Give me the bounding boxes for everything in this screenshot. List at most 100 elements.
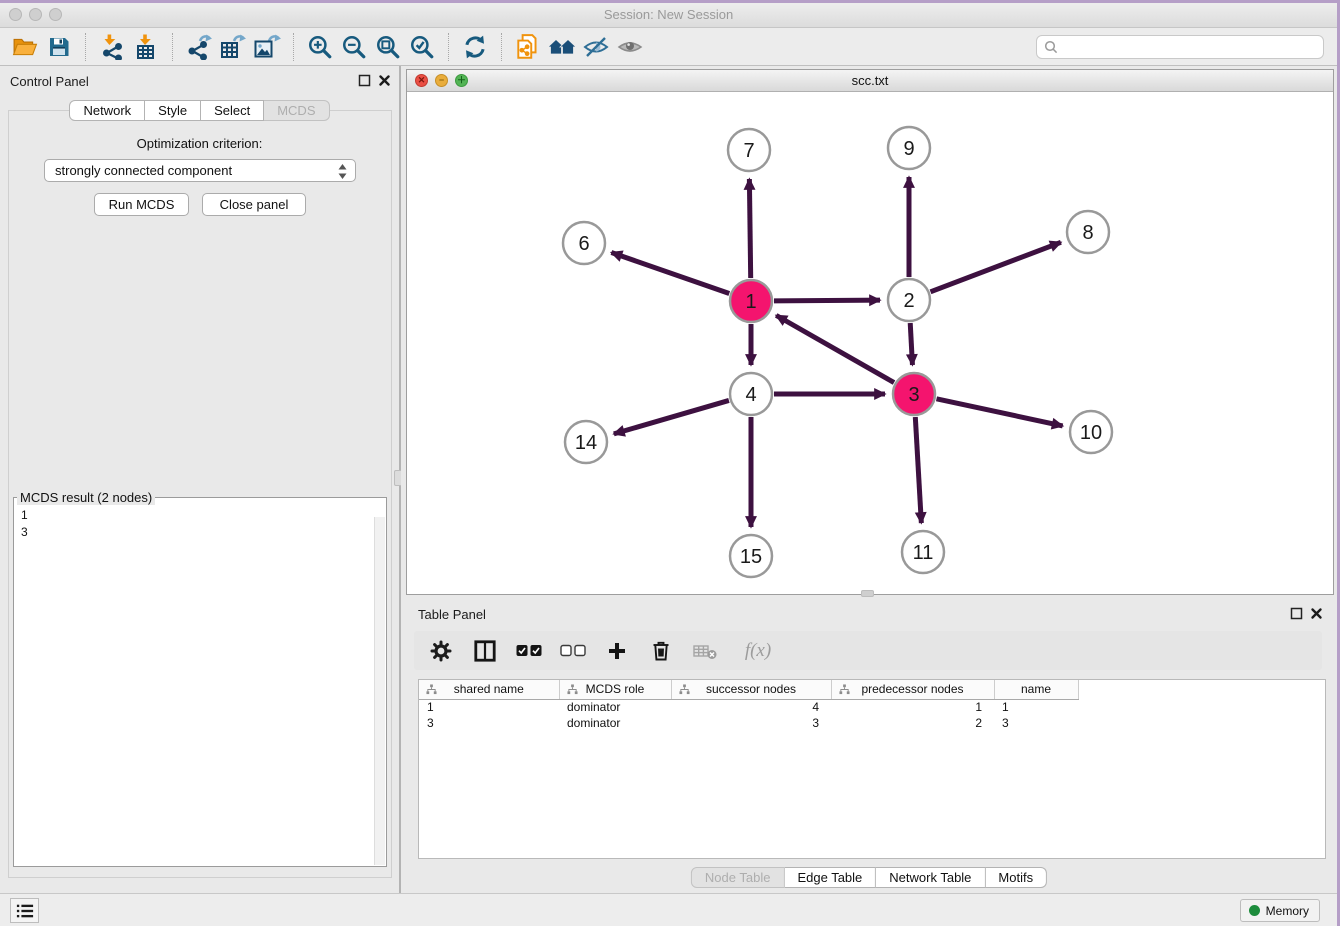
node-2[interactable]: 2 bbox=[888, 279, 930, 321]
float-panel-icon[interactable] bbox=[358, 74, 371, 87]
hide-selected-button[interactable] bbox=[579, 31, 613, 63]
eye-icon bbox=[616, 35, 644, 59]
criterion-dropdown[interactable]: strongly connected component bbox=[44, 159, 356, 182]
memory-button[interactable]: Memory bbox=[1240, 899, 1320, 922]
column-header-mcds-role[interactable]: MCDS role bbox=[559, 680, 671, 699]
export-image-button[interactable] bbox=[250, 31, 284, 63]
refresh-view-button[interactable] bbox=[458, 31, 492, 63]
close-panel-button[interactable]: Close panel bbox=[202, 193, 306, 216]
node-7[interactable]: 7 bbox=[728, 129, 770, 171]
cell-mcds-role[interactable]: dominator bbox=[559, 699, 671, 715]
column-header-name[interactable]: name bbox=[994, 680, 1078, 699]
edge-3-1[interactable] bbox=[776, 315, 894, 382]
table-tab-motifs[interactable]: Motifs bbox=[985, 867, 1047, 888]
edge-3-11[interactable] bbox=[915, 417, 921, 523]
search-input[interactable] bbox=[1059, 40, 1317, 54]
edge-1-7[interactable] bbox=[749, 179, 750, 278]
copy-network-button[interactable] bbox=[511, 31, 545, 63]
edge-1-2[interactable] bbox=[774, 300, 880, 301]
import-network-button[interactable] bbox=[95, 31, 129, 63]
show-panels-button[interactable] bbox=[10, 898, 39, 923]
search-field[interactable] bbox=[1036, 35, 1324, 59]
deselect-all-columns-button[interactable] bbox=[558, 635, 588, 667]
node-15[interactable]: 15 bbox=[730, 535, 772, 577]
zoom-fit-button[interactable] bbox=[371, 31, 405, 63]
node-4[interactable]: 4 bbox=[730, 373, 772, 415]
cell-predecessor-nodes[interactable]: 1 bbox=[831, 699, 994, 715]
table-tab-node-table[interactable]: Node Table bbox=[691, 867, 785, 888]
cell-name[interactable]: 3 bbox=[994, 715, 1078, 731]
horizontal-divider-grip[interactable] bbox=[861, 590, 874, 597]
cell-predecessor-nodes[interactable]: 2 bbox=[831, 715, 994, 731]
add-column-button[interactable] bbox=[602, 635, 632, 667]
cell-shared-name[interactable]: 3 bbox=[419, 715, 559, 731]
node-table[interactable]: shared nameMCDS rolesuccessor nodesprede… bbox=[418, 679, 1326, 859]
network-window-titlebar: ✕ − ＋ scc.txt bbox=[407, 70, 1333, 92]
export-network-button[interactable] bbox=[182, 31, 216, 63]
result-scrollbar[interactable] bbox=[374, 517, 385, 865]
delete-table-button[interactable] bbox=[690, 635, 720, 667]
zoom-in-button[interactable] bbox=[303, 31, 337, 63]
edge-3-10[interactable] bbox=[936, 399, 1062, 426]
cell-mcds-role[interactable]: dominator bbox=[559, 715, 671, 731]
optimization-criterion-label: Optimization criterion: bbox=[0, 136, 399, 151]
edge-1-6[interactable] bbox=[611, 253, 729, 294]
column-header-successor-nodes[interactable]: successor nodes bbox=[671, 680, 831, 699]
svg-text:6: 6 bbox=[578, 233, 589, 255]
column-header-predecessor-nodes[interactable]: predecessor nodes bbox=[831, 680, 994, 699]
table-settings-button[interactable] bbox=[426, 635, 456, 667]
zoom-out-button[interactable] bbox=[337, 31, 371, 63]
edge-2-8[interactable] bbox=[931, 242, 1061, 292]
cell-name[interactable]: 1 bbox=[994, 699, 1078, 715]
cell-successor-nodes[interactable]: 4 bbox=[671, 699, 831, 715]
cell-successor-nodes[interactable]: 3 bbox=[671, 715, 831, 731]
column-header-shared-name[interactable]: shared name bbox=[419, 680, 559, 699]
plus-icon bbox=[605, 639, 629, 663]
node-6[interactable]: 6 bbox=[563, 222, 605, 264]
open-file-button[interactable] bbox=[8, 31, 42, 63]
node-8[interactable]: 8 bbox=[1067, 211, 1109, 253]
tab-network[interactable]: Network bbox=[69, 100, 145, 121]
tab-select[interactable]: Select bbox=[201, 100, 264, 121]
refresh-icon bbox=[462, 34, 488, 60]
zoom-fit-icon bbox=[375, 34, 401, 60]
save-session-button[interactable] bbox=[42, 31, 76, 63]
table-tab-edge-table[interactable]: Edge Table bbox=[784, 867, 876, 888]
cell-shared-name[interactable]: 1 bbox=[419, 699, 559, 715]
tab-style[interactable]: Style bbox=[145, 100, 201, 121]
tab-mcds[interactable]: MCDS bbox=[264, 100, 329, 121]
svg-text:8: 8 bbox=[1082, 222, 1093, 244]
open-folder-icon bbox=[11, 35, 39, 59]
run-mcds-button[interactable]: Run MCDS bbox=[94, 193, 189, 216]
edge-2-3[interactable] bbox=[910, 323, 912, 365]
svg-text:4: 4 bbox=[745, 384, 756, 406]
select-all-columns-button[interactable] bbox=[514, 635, 544, 667]
node-3[interactable]: 3 bbox=[893, 373, 935, 415]
import-table-button[interactable] bbox=[129, 31, 163, 63]
close-table-panel-icon[interactable] bbox=[1310, 607, 1323, 620]
delete-column-button[interactable] bbox=[646, 635, 676, 667]
import-network-icon bbox=[99, 34, 125, 60]
table-row[interactable]: 3dominator323 bbox=[419, 715, 1078, 731]
node-1[interactable]: 1 bbox=[730, 280, 772, 322]
edge-4-14[interactable] bbox=[614, 400, 729, 433]
show-all-button[interactable] bbox=[613, 31, 647, 63]
node-10[interactable]: 10 bbox=[1070, 411, 1112, 453]
mcds-result-text: 1 3 bbox=[14, 505, 386, 543]
table-row[interactable]: 1dominator411 bbox=[419, 699, 1078, 715]
table-panel-title: Table Panel bbox=[418, 607, 486, 622]
export-table-icon bbox=[219, 33, 247, 60]
split-view-button[interactable] bbox=[470, 635, 500, 667]
table-tab-network-table[interactable]: Network Table bbox=[876, 867, 985, 888]
node-9[interactable]: 9 bbox=[888, 127, 930, 169]
function-builder-button[interactable]: f(x) bbox=[734, 635, 782, 667]
mcds-result-title: MCDS result (2 nodes) bbox=[17, 490, 155, 505]
home-view-button[interactable] bbox=[545, 31, 579, 63]
export-table-button[interactable] bbox=[216, 31, 250, 63]
node-14[interactable]: 14 bbox=[565, 421, 607, 463]
zoom-selected-button[interactable] bbox=[405, 31, 439, 63]
network-canvas[interactable]: 7 9 6 8 1 2 4 3 14 10 15 11 bbox=[407, 92, 1333, 594]
close-panel-icon[interactable] bbox=[378, 74, 391, 87]
float-table-panel-icon[interactable] bbox=[1290, 607, 1303, 620]
node-11[interactable]: 11 bbox=[902, 531, 944, 573]
